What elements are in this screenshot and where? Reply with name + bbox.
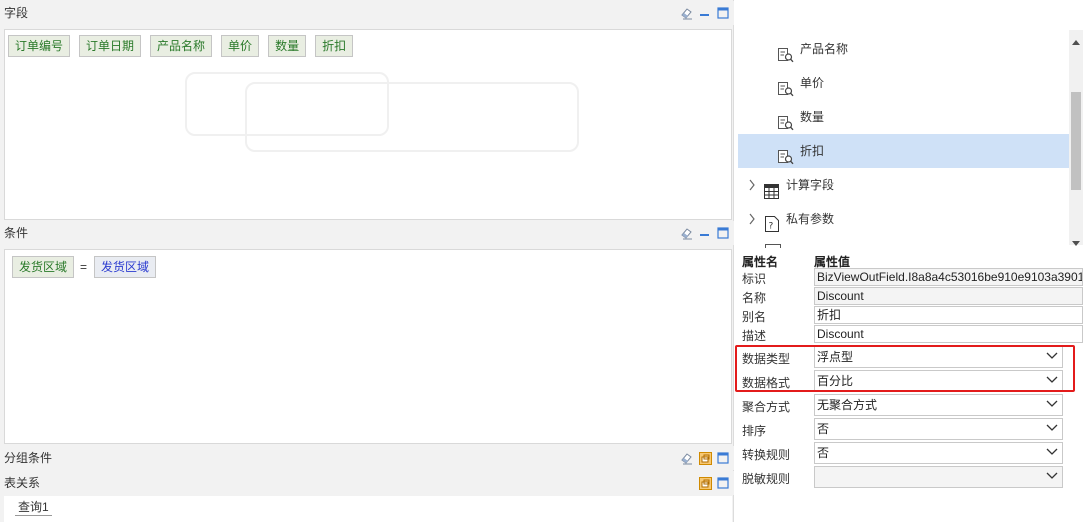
property-value-name[interactable]: Discount (814, 287, 1083, 305)
property-row-name: 名称 Discount (738, 287, 1084, 306)
property-value-alias[interactable]: 折扣 (814, 306, 1083, 324)
property-name: 聚合方式 (742, 400, 791, 414)
property-row-aggregation: 聚合方式 无聚合方式 (738, 394, 1084, 416)
condition-right-field[interactable]: 发货区域 (94, 256, 157, 278)
tree-item-product-name[interactable]: 产品名称 (738, 32, 1069, 66)
eraser-icon[interactable] (680, 226, 694, 240)
mask-rule-select[interactable] (814, 466, 1063, 488)
conditions-panel-header: 条件 (0, 221, 734, 245)
property-value-desc[interactable]: Discount (814, 325, 1083, 343)
field-chip-order-no[interactable]: 订单编号 (8, 35, 71, 57)
sort-value: 否 (817, 422, 830, 436)
minimize-icon[interactable] (698, 6, 712, 20)
relation-panel-title: 表关系 (4, 476, 41, 490)
convert-rule-select[interactable]: 否 (814, 442, 1063, 464)
field-chip-order-date[interactable]: 订单日期 (79, 35, 142, 57)
field-chip-discount[interactable]: 折扣 (315, 35, 354, 57)
property-name: 名称 (742, 291, 767, 305)
aggregation-value: 无聚合方式 (817, 398, 878, 412)
sort-select[interactable]: 否 (814, 418, 1063, 440)
restore-icon[interactable] (698, 451, 712, 465)
property-row-alias: 别名 折扣 (738, 306, 1084, 325)
tree-item-unit-price[interactable]: 单价 (738, 66, 1069, 100)
tree-item-label: 计算字段 (786, 178, 835, 192)
chevron-down-icon (1046, 445, 1058, 465)
tree-item-quantity[interactable]: 数量 (738, 100, 1069, 134)
property-value-id[interactable]: BizViewOutField.I8a8a4c53016be910e9103a3… (814, 268, 1083, 286)
tree-item-label: 折扣 (800, 144, 825, 158)
group-panel-header: 分组条件 (0, 446, 734, 470)
field-chip-product-name[interactable]: 产品名称 (150, 35, 213, 57)
fields-panel-header: 字段 (0, 1, 734, 25)
maximize-icon[interactable] (716, 451, 730, 465)
field-chip-unit-price[interactable]: 单价 (221, 35, 260, 57)
tree-item-label: 数量 (800, 110, 825, 124)
conditions-drop-area[interactable]: 发货区域 = 发货区域 (4, 249, 732, 444)
aggregation-select[interactable]: 无聚合方式 (814, 394, 1063, 416)
property-row-sort: 排序 否 (738, 418, 1084, 440)
tree-scrollbar-thumb[interactable] (1071, 92, 1081, 190)
conditions-panel-title: 条件 (4, 226, 29, 240)
relation-panel-header: 表关系 (0, 471, 734, 495)
property-row-id: 标识 BizViewOutField.I8a8a4c53016be910e910… (738, 268, 1084, 287)
condition-left-field[interactable]: 发货区域 (12, 256, 75, 278)
property-row-convert: 转换规则 否 (738, 442, 1084, 464)
svg-text:?: ? (769, 222, 774, 232)
restore-icon[interactable] (698, 476, 712, 490)
property-name: 脱敏规则 (742, 472, 791, 486)
group-panel-title: 分组条件 (4, 451, 53, 465)
fields-panel-title: 字段 (4, 6, 29, 20)
scroll-down-icon[interactable] (1071, 236, 1081, 250)
eraser-icon[interactable] (680, 6, 694, 20)
field-chip-list: 订单编号 订单日期 产品名称 单价 数量 折扣 (8, 35, 362, 57)
designer-left-panel: 字段 订单编号 订单日期 产品名称 单价 数量 折扣 条件 发货区域 = 发货区… (0, 0, 734, 522)
tree-item-label: 私有参数 (786, 212, 835, 226)
maximize-icon[interactable] (716, 226, 730, 240)
maximize-icon[interactable] (716, 476, 730, 490)
relation-area: 查询1 (4, 496, 732, 522)
resource-tree: 产品名称 单价 数量 折扣 计算字段 ? 私有参数 (738, 0, 1087, 248)
condition-operator[interactable]: = (80, 260, 87, 274)
property-row-desc: 描述 Discount (738, 325, 1084, 344)
tree-item-label: 产品名称 (800, 42, 849, 56)
tree-item-partial (738, 238, 1069, 248)
property-name: 排序 (742, 424, 767, 438)
query-tab[interactable]: 查询1 (15, 499, 52, 516)
minimize-icon[interactable] (698, 226, 712, 240)
chevron-down-icon (1046, 397, 1058, 417)
maximize-icon[interactable] (716, 6, 730, 20)
property-name: 转换规则 (742, 448, 791, 462)
condition-expression: 发货区域 = 发货区域 (12, 256, 165, 278)
property-row-mask: 脱敏规则 (738, 466, 1084, 488)
chevron-down-icon (1046, 469, 1058, 489)
tree-item-private-params[interactable]: ? 私有参数 (738, 202, 1069, 236)
property-name: 别名 (742, 310, 767, 324)
chevron-down-icon (1046, 421, 1058, 441)
convert-rule-value: 否 (817, 446, 830, 460)
fields-drop-area[interactable]: 订单编号 订单日期 产品名称 单价 数量 折扣 (4, 29, 732, 220)
highlight-box (735, 345, 1075, 392)
property-name: 描述 (742, 329, 767, 343)
field-chip-quantity[interactable]: 数量 (268, 35, 307, 57)
property-header: 属性名 属性值 (738, 253, 1084, 269)
scroll-up-icon[interactable] (1071, 36, 1081, 50)
eraser-icon[interactable] (680, 451, 694, 465)
tree-item-label: 单价 (800, 76, 825, 90)
parameter-icon (765, 244, 781, 248)
tree-item-discount[interactable]: 折扣 (738, 134, 1069, 168)
tree-item-calculated-fields[interactable]: 计算字段 (738, 168, 1069, 202)
property-name: 标识 (742, 272, 767, 286)
